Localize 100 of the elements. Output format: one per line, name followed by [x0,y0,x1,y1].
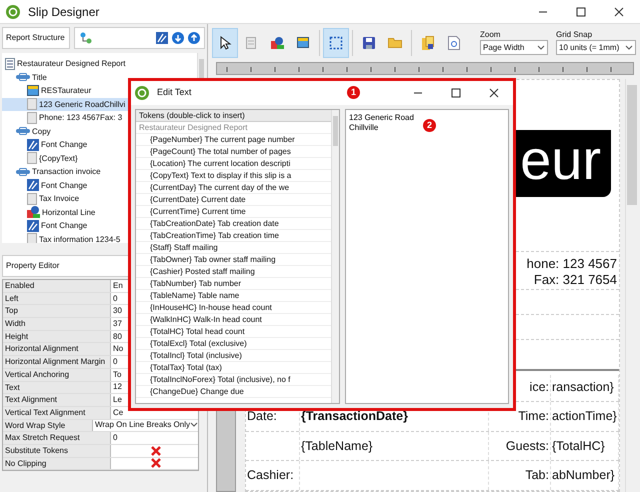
cross-icon[interactable] [150,446,160,456]
canvas-text: hone: 123 4567 [526,256,617,271]
token-item[interactable]: {PageNumber} The current page number [136,134,331,146]
token-item[interactable]: {CurrentTime} Current time [136,206,331,218]
token-item[interactable]: {WalkInHC} Walk-In head count [136,314,331,326]
page-icon [27,233,37,243]
window-title: Slip Designer [28,4,100,20]
token-item[interactable]: {PageCount} The total number of pages [136,146,331,158]
canvas-text: Date: [247,408,277,426]
token-item[interactable]: {TotalTax} Total (tax) [136,362,331,374]
page-icon [27,112,37,124]
property-name: Word Wrap Style [3,420,93,432]
token-item[interactable]: {Staff} Staff mailing [136,242,331,254]
token-group: Restaurateur Designed Report [136,122,331,134]
token-item[interactable]: {TableName} Table name [136,290,331,302]
font-icon[interactable] [156,32,168,44]
token-item[interactable]: {TabCreationTime} Tab creation time [136,230,331,242]
page-icon [246,36,256,48]
property-value[interactable]: To [113,368,122,381]
shapes-icon [27,206,40,218]
canvas-text: {TableName} [301,438,373,455]
property-value[interactable]: 12 [113,381,122,394]
zoom-label: Zoom [480,30,502,40]
band-icon [16,73,30,82]
property-value[interactable]: 30 [113,305,122,318]
save-icon [363,36,375,48]
pointer-tool[interactable] [212,28,238,58]
property-name: Max Stretch Request [3,432,111,444]
property-value[interactable]: 0 [113,432,118,444]
token-item[interactable]: {TotalHC} Total head count [136,326,331,338]
font-icon [27,220,39,232]
scrollbar[interactable] [331,110,339,403]
property-name: Text [3,382,111,394]
token-item[interactable]: {Cashier} Posted staff mailing [136,266,331,278]
property-value[interactable]: 0 [113,356,118,368]
token-item[interactable]: {CurrentDay} The current day of the we [136,182,331,194]
property-value[interactable]: 0 [113,292,118,305]
dialog-title: Edit Text [157,86,192,100]
grid-snap-dropdown[interactable]: 10 units (= 1mm) [556,40,636,55]
font-icon [27,138,39,151]
property-name: Height [3,330,111,342]
close-icon[interactable] [614,6,624,16]
token-item[interactable]: {TotalInclNoForex} Total (inclusive), no f [136,374,331,386]
canvas-text: Fax: 321 7654 [534,272,617,287]
property-name: Width [3,318,111,330]
up-arrow-icon[interactable] [188,32,200,44]
canvas-text: Time: [518,408,549,426]
zoom-dropdown[interactable]: Page Width [480,40,548,55]
canvas-text: {TransactionDate} [301,408,408,426]
property-value[interactable]: 80 [113,330,122,343]
caret-icon [537,44,545,50]
canvas-text: actionTime} [552,408,617,426]
token-item[interactable]: {CurrentDate} Current date [136,194,331,206]
property-value[interactable]: En [113,280,123,292]
property-value[interactable]: No [113,343,124,356]
folder-icon [388,37,402,48]
panel-title: Report Structure [2,27,70,49]
property-name: Text Alignment [3,394,111,406]
grid-snap-label: Grid Snap [556,30,594,40]
band-icon [16,127,30,136]
font-icon [27,179,39,192]
cross-icon[interactable] [150,458,160,468]
maximize-icon[interactable] [451,88,461,98]
shapes-icon [270,36,284,48]
property-name: Vertical Anchoring [3,368,111,380]
band-icon [16,168,30,176]
property-name: Top [3,305,111,318]
list-icon [5,58,15,70]
token-item[interactable]: {TabOwner} Tab owner staff mailing [136,254,331,266]
down-arrow-icon[interactable] [172,32,184,44]
selection-tool[interactable] [323,28,349,58]
close-icon[interactable] [489,88,499,98]
property-dropdown[interactable]: Wrap On Line Breaks Only [94,420,198,432]
picture-icon [297,37,309,48]
property-value[interactable]: 37 [113,318,122,330]
token-item[interactable]: {ChangeDue} Change due [136,386,331,398]
pointer-icon [218,36,232,50]
token-item[interactable]: {Location} The current location descripti [136,158,331,170]
token-item[interactable]: {TotalExcl} Total (exclusive) [136,338,331,350]
maximize-icon[interactable] [576,6,586,16]
token-item[interactable]: {TabNumber} Tab number [136,278,331,290]
page-icon [27,152,37,164]
caret-icon [190,422,198,428]
token-item[interactable]: {InHouseHC} In-house head count [136,302,331,314]
page-icon [27,192,37,205]
tree-item[interactable]: Restaurateur Designed Report [2,57,197,70]
property-value[interactable]: Le [113,394,122,406]
canvas-text: ice: [530,379,549,396]
token-item[interactable]: {TotalIncl} Total (inclusive) [136,350,331,362]
canvas-text: ransaction} [552,379,614,396]
network-icon[interactable] [79,31,93,45]
app-logo-icon [6,4,20,18]
column-header: Tokens (double-click to insert) [136,110,331,122]
property-value[interactable]: Ce [113,406,124,419]
token-item[interactable]: {TabCreationDate} Tab creation date [136,218,331,230]
token-item[interactable]: {CopyText} Text to display if this slip is a [136,170,331,182]
tree-item[interactable]: Title [2,70,197,84]
property-name: Horizontal Alignment [3,343,111,356]
documents-icon [422,36,434,50]
canvas-text: Cashier: [247,467,294,484]
